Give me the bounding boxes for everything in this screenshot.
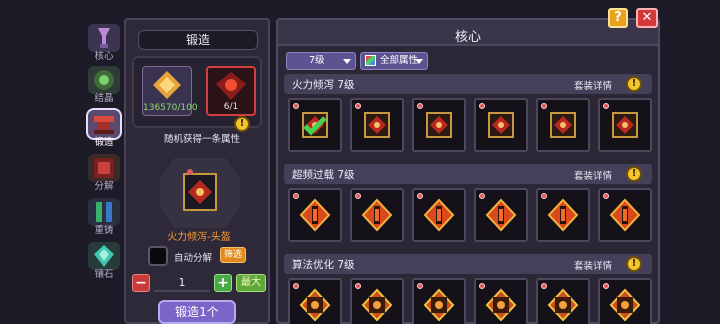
overclock-core-icon bbox=[609, 198, 641, 232]
core-item-slot[interactable] bbox=[598, 278, 652, 324]
decrease-button[interactable]: − bbox=[132, 274, 150, 292]
overclock-core-icon bbox=[547, 198, 579, 232]
core-item-slot[interactable] bbox=[598, 98, 652, 152]
info-icon[interactable]: ! bbox=[626, 76, 642, 92]
core-item-slot[interactable] bbox=[536, 188, 590, 242]
overclock-core-icon bbox=[423, 198, 455, 232]
tab-decompose[interactable]: 分解 bbox=[84, 152, 124, 192]
set-detail-link[interactable]: 套装详情 bbox=[574, 258, 612, 272]
info-icon[interactable]: ! bbox=[234, 116, 250, 132]
tab-label: 结晶 bbox=[94, 93, 114, 104]
overclock-core-icon bbox=[485, 198, 517, 232]
level-dropdown[interactable]: 7级 bbox=[286, 52, 356, 70]
core-item-slot[interactable] bbox=[412, 98, 466, 152]
helmet-core-icon bbox=[183, 169, 217, 211]
section-header: 超频过载 7级 套装详情 ! bbox=[284, 164, 652, 184]
core-item-slot[interactable] bbox=[474, 98, 528, 152]
help-button[interactable]: ? bbox=[608, 8, 628, 28]
tab-gem-inlay[interactable]: 镶石 bbox=[84, 240, 124, 280]
core-item-slot[interactable] bbox=[536, 278, 590, 324]
auto-decompose-label: 自动分解 bbox=[174, 253, 213, 264]
tab-core[interactable]: 核心 bbox=[84, 22, 124, 62]
items-row bbox=[284, 278, 652, 324]
material-count: 136570/100 bbox=[143, 103, 198, 113]
tab-label: 镶石 bbox=[94, 269, 114, 280]
algorithm-core-icon bbox=[361, 288, 393, 322]
attribute-color-icon bbox=[365, 55, 376, 66]
core-item-slot[interactable] bbox=[288, 278, 342, 324]
core-item-slot[interactable] bbox=[288, 188, 342, 242]
firepower-core-icon bbox=[364, 112, 390, 138]
algorithm-core-icon bbox=[423, 288, 455, 322]
material-count: 6/1 bbox=[223, 102, 239, 112]
tab-label: 锻造 bbox=[94, 137, 114, 148]
items-row bbox=[284, 188, 652, 246]
section-title: 算法优化 7级 bbox=[292, 259, 355, 271]
core-item-slot[interactable] bbox=[412, 188, 466, 242]
forge-item-slot[interactable] bbox=[160, 158, 240, 228]
core-item-slot[interactable] bbox=[474, 278, 528, 324]
items-row bbox=[284, 98, 652, 156]
core-item-slot[interactable] bbox=[350, 278, 404, 324]
core-item-slot[interactable] bbox=[598, 188, 652, 242]
section-header: 算法优化 7级 套装详情 ! bbox=[284, 254, 652, 274]
firepower-core-icon bbox=[550, 112, 576, 138]
level-dropdown-value: 7级 bbox=[309, 55, 325, 66]
tab-recast[interactable]: 重铸 bbox=[84, 196, 124, 236]
tab-crystal[interactable]: 结晶 bbox=[84, 64, 124, 104]
tab-label: 分解 bbox=[94, 181, 114, 192]
max-button[interactable]: 最大 bbox=[236, 274, 266, 292]
core-item-slot[interactable] bbox=[412, 278, 466, 324]
core-panel: 核心 7级 全部属性 火力倾泻 7级 套装详情 ! 超频过载 7级 套装详情 !… bbox=[276, 18, 660, 324]
material-slot[interactable]: 6/1 bbox=[206, 66, 256, 116]
chevron-down-icon bbox=[343, 59, 351, 64]
tab-label: 重铸 bbox=[94, 225, 114, 236]
core-item-slot[interactable] bbox=[350, 98, 404, 152]
equipped-check-icon bbox=[303, 116, 327, 136]
chevron-down-icon bbox=[415, 59, 423, 64]
set-detail-link[interactable]: 套装详情 bbox=[574, 168, 612, 182]
material-slot[interactable]: 136570/100 bbox=[142, 66, 198, 116]
forge-panel: 锻造 136570/100 6/1 随机获得一条属性 ! 火力倾泻-头盔 自动分… bbox=[124, 18, 270, 324]
firepower-core-icon bbox=[488, 112, 514, 138]
auto-decompose-checkbox[interactable] bbox=[148, 246, 168, 266]
quantity-field[interactable]: 1 bbox=[154, 274, 210, 292]
overclock-core-icon bbox=[361, 198, 393, 232]
category-tabs: 核心 结晶 锻造 分解 重铸 镶石 bbox=[84, 20, 124, 324]
random-attr-text: 随机获得一条属性 bbox=[163, 134, 240, 145]
info-icon[interactable]: ! bbox=[626, 166, 642, 182]
tab-forge[interactable]: 锻造 bbox=[84, 108, 124, 148]
firepower-core-icon bbox=[426, 112, 452, 138]
algorithm-core-icon bbox=[485, 288, 517, 322]
overclock-core-icon bbox=[299, 198, 331, 232]
filter-button[interactable]: 筛选 bbox=[220, 247, 246, 263]
algorithm-core-icon bbox=[547, 288, 579, 322]
item-name: 火力倾泻-头盔 bbox=[167, 232, 231, 243]
section-title: 超频过载 7级 bbox=[292, 169, 355, 181]
tab-label: 核心 bbox=[94, 51, 114, 62]
attribute-dropdown-value: 全部属性 bbox=[380, 55, 419, 66]
core-title: 核心 bbox=[454, 30, 481, 45]
attribute-dropdown[interactable]: 全部属性 bbox=[360, 52, 428, 70]
algorithm-core-icon bbox=[299, 288, 331, 322]
algorithm-core-icon bbox=[609, 288, 641, 322]
forge-title: 锻造 bbox=[138, 30, 258, 50]
core-item-slot[interactable] bbox=[288, 98, 342, 152]
set-detail-link[interactable]: 套装详情 bbox=[574, 78, 612, 92]
info-icon[interactable]: ! bbox=[626, 256, 642, 272]
forge-button[interactable]: 锻造1个 bbox=[158, 300, 236, 324]
firepower-core-icon bbox=[612, 112, 638, 138]
core-item-slot[interactable] bbox=[350, 188, 404, 242]
demon-core-icon bbox=[216, 72, 246, 100]
core-item-slot[interactable] bbox=[474, 188, 528, 242]
increase-button[interactable]: + bbox=[214, 274, 232, 292]
gold-ore-icon bbox=[153, 71, 181, 99]
core-item-slot[interactable] bbox=[536, 98, 590, 152]
section-header: 火力倾泻 7级 套装详情 ! bbox=[284, 74, 652, 94]
close-button[interactable]: ✕ bbox=[636, 8, 658, 28]
section-title: 火力倾泻 7级 bbox=[292, 79, 355, 91]
